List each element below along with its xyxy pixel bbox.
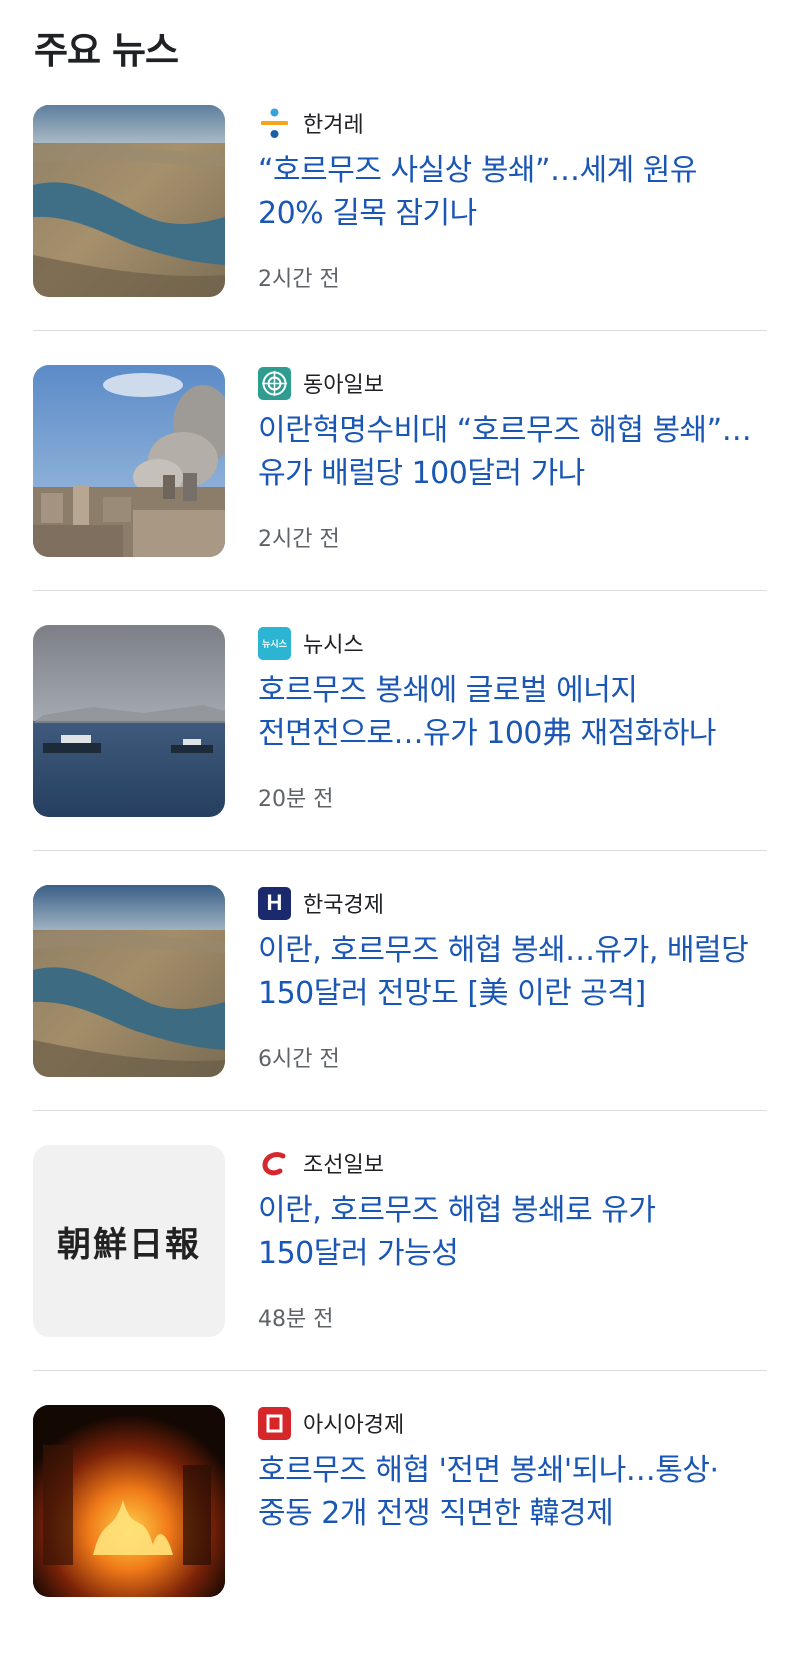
timestamp: 6시간 전 — [258, 1047, 340, 1072]
source-row: H 한국경제 — [258, 885, 770, 921]
headline-link[interactable]: 이란, 호르무즈 해협 봉쇄…유가, 배럴당 150달러 전망도 [美 이란 공… — [258, 929, 770, 1015]
source-name: 동아일보 — [303, 373, 384, 398]
divider — [33, 1370, 767, 1371]
news-item[interactable]: H 한국경제 이란, 호르무즈 해협 봉쇄…유가, 배럴당 150달러 전망도 … — [0, 885, 800, 1145]
timestamp: 2시간 전 — [258, 527, 340, 552]
fire-image — [33, 1405, 225, 1597]
source-name: 한겨레 — [303, 113, 364, 138]
article-meta: 아시아경제 호르무즈 해협 '전면 봉쇄'되나…통상·중동 2개 전쟁 직면한 … — [258, 1405, 770, 1535]
timestamp: 20분 전 — [258, 787, 334, 812]
news-thumbnail[interactable] — [33, 105, 225, 297]
source-row: 조선일보 — [258, 1145, 770, 1181]
source-name: 조선일보 — [303, 1153, 384, 1178]
headline-link[interactable]: “호르무즈 사실상 봉쇄”…세계 원유 20% 길목 잠기나 — [258, 149, 770, 235]
timestamp: 48분 전 — [258, 1307, 334, 1332]
news-thumbnail[interactable] — [33, 885, 225, 1077]
donga-logo-icon — [258, 366, 291, 400]
source-row: 뉴시스 뉴시스 — [258, 625, 770, 661]
chosun-logo-icon — [258, 1147, 291, 1180]
article-meta: 한겨레 “호르무즈 사실상 봉쇄”…세계 원유 20% 길목 잠기나 — [258, 105, 770, 235]
source-name: 한국경제 — [303, 893, 384, 918]
news-item[interactable]: 아시아경제 호르무즈 해협 '전면 봉쇄'되나…통상·중동 2개 전쟁 직면한 … — [0, 1405, 800, 1665]
city-smoke-image — [33, 365, 225, 557]
news-thumbnail[interactable] — [33, 365, 225, 557]
news-thumbnail[interactable]: 朝鮮日報 — [33, 1145, 225, 1337]
divider — [33, 590, 767, 591]
satellite-image — [33, 105, 225, 297]
article-meta: 동아일보 이란혁명수비대 “호르무즈 해협 봉쇄”…유가 배럴당 100달러 가… — [258, 365, 770, 495]
source-row: 한겨레 — [258, 105, 770, 141]
divider — [33, 1110, 767, 1111]
source-name: 아시아경제 — [303, 1413, 405, 1438]
asiae-logo-icon — [258, 1406, 291, 1440]
tanker-sea-image — [33, 625, 225, 817]
divider — [33, 330, 767, 331]
timestamp: 2시간 전 — [258, 267, 340, 292]
news-item[interactable]: 동아일보 이란혁명수비대 “호르무즈 해협 봉쇄”…유가 배럴당 100달러 가… — [0, 365, 800, 625]
newsis-logo-icon: 뉴시스 — [258, 626, 291, 660]
hankyung-logo-icon: H — [258, 886, 291, 920]
hani-logo-icon — [258, 107, 291, 140]
headline-link[interactable]: 호르무즈 봉쇄에 글로벌 에너지 전면전으로…유가 100弗 재점화하나 — [258, 669, 770, 755]
satellite-image — [33, 885, 225, 1077]
news-item[interactable]: 한겨레 “호르무즈 사실상 봉쇄”…세계 원유 20% 길목 잠기나 2시간 전 — [0, 105, 800, 365]
news-item[interactable]: 朝鮮日報 조선일보 이란, 호르무즈 해협 봉쇄로 유가 150달러 가능성 4… — [0, 1145, 800, 1405]
news-feed: 주요 뉴스 한겨레 “호르무즈 사실상 봉쇄”…세계 원유 20% 길목 잠기나… — [0, 0, 800, 1597]
news-thumbnail[interactable] — [33, 1405, 225, 1597]
headline-link[interactable]: 호르무즈 해협 '전면 봉쇄'되나…통상·중동 2개 전쟁 직면한 韓경제 — [258, 1449, 770, 1535]
article-meta: 뉴시스 뉴시스 호르무즈 봉쇄에 글로벌 에너지 전면전으로…유가 100弗 재… — [258, 625, 770, 755]
source-row: 아시아경제 — [258, 1405, 770, 1441]
headline-link[interactable]: 이란혁명수비대 “호르무즈 해협 봉쇄”…유가 배럴당 100달러 가나 — [258, 409, 770, 495]
article-meta: H 한국경제 이란, 호르무즈 해협 봉쇄…유가, 배럴당 150달러 전망도 … — [258, 885, 770, 1015]
source-row: 동아일보 — [258, 365, 770, 401]
source-name: 뉴시스 — [303, 633, 364, 658]
article-meta: 조선일보 이란, 호르무즈 해협 봉쇄로 유가 150달러 가능성 — [258, 1145, 770, 1275]
headline-link[interactable]: 이란, 호르무즈 해협 봉쇄로 유가 150달러 가능성 — [258, 1189, 770, 1275]
divider — [33, 850, 767, 851]
chosun-masthead: 朝鮮日報 — [57, 1224, 201, 1265]
section-title: 주요 뉴스 — [34, 29, 179, 72]
news-thumbnail[interactable] — [33, 625, 225, 817]
news-item[interactable]: 뉴시스 뉴시스 호르무즈 봉쇄에 글로벌 에너지 전면전으로…유가 100弗 재… — [0, 625, 800, 885]
